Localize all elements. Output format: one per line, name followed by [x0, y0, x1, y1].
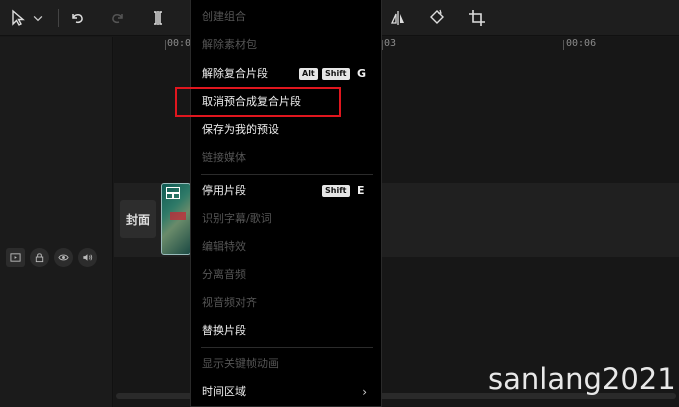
highlight-box — [175, 87, 341, 117]
ruler-label: 03 — [384, 38, 397, 49]
menu-item-save-preset[interactable]: 保存为我的预设 — [191, 120, 381, 140]
compound-clip-icon — [166, 187, 180, 199]
menu-item-create-group: 创建组合 — [191, 7, 381, 27]
watermark: sanlang2021 — [488, 362, 676, 396]
shortcut-letter: E — [357, 184, 365, 197]
ruler-tick — [165, 40, 166, 50]
menu-item-replace-clip[interactable]: 替换片段 — [191, 321, 381, 341]
ruler-tick — [563, 40, 564, 50]
menu-separator — [201, 347, 373, 348]
split-icon[interactable] — [148, 8, 168, 28]
video-track-icon[interactable] — [6, 248, 25, 267]
compound-clip[interactable] — [161, 183, 191, 255]
track-controls — [6, 245, 106, 270]
undo-icon[interactable] — [67, 8, 87, 28]
mirror-icon[interactable] — [388, 8, 408, 28]
clip-thumbnail-detail — [170, 212, 186, 220]
menu-item-disable-clip[interactable]: 停用片段 Shift E — [191, 181, 381, 201]
menu-item-label: 解除素材包 — [202, 38, 257, 51]
shortcut-key: Alt — [299, 68, 318, 80]
menu-item-show-keyframes: 显示关键帧动画 — [191, 354, 381, 374]
menu-item-separate-audio: 分离音频 — [191, 265, 381, 285]
menu-item-unpack-material: 解除素材包 — [191, 35, 381, 55]
menu-item-label: 链接媒体 — [202, 151, 246, 164]
ruler-label: 00:06 — [566, 38, 597, 49]
menu-item-av-align: 视音频对齐 — [191, 293, 381, 313]
chevron-right-icon: › — [362, 385, 367, 399]
toolbar-divider — [58, 9, 59, 27]
eye-icon[interactable] — [54, 248, 73, 267]
menu-item-link-media: 链接媒体 — [191, 148, 381, 168]
menu-item-label: 分离音频 — [202, 268, 246, 281]
crop-icon[interactable] — [467, 8, 487, 28]
menu-item-label: 替换片段 — [202, 324, 246, 337]
menu-item-label: 时间区域 — [202, 385, 246, 398]
lock-icon[interactable] — [30, 248, 49, 267]
menu-item-label: 保存为我的预设 — [202, 123, 279, 136]
menu-item-label: 创建组合 — [202, 10, 246, 23]
menu-item-label: 停用片段 — [202, 184, 246, 197]
menu-separator — [201, 174, 373, 175]
menu-item-label: 显示关键帧动画 — [202, 357, 279, 370]
rotate-icon[interactable] — [427, 8, 447, 28]
redo-icon[interactable] — [108, 8, 128, 28]
menu-item-label: 编辑特效 — [202, 240, 246, 253]
menu-item-release-compound-clip[interactable]: 解除复合片段 Alt Shift G — [191, 64, 381, 84]
menu-item-edit-effects: 编辑特效 — [191, 237, 381, 257]
track-header-panel — [0, 37, 113, 407]
shortcut-key: Shift — [322, 68, 350, 80]
speaker-icon[interactable] — [78, 248, 97, 267]
menu-item-time-region[interactable]: 时间区域 › — [191, 382, 381, 402]
ruler-tick — [382, 40, 383, 50]
shortcut-key: Shift — [322, 185, 350, 197]
menu-item-label: 视音频对齐 — [202, 296, 257, 309]
cover-button[interactable]: 封面 — [120, 200, 156, 238]
menu-item-label: 识别字幕/歌词 — [202, 212, 272, 225]
shortcut-letter: G — [357, 67, 367, 80]
menu-item-label: 解除复合片段 — [202, 67, 268, 80]
chevron-down-icon[interactable] — [31, 8, 45, 28]
menu-item-recognize-subtitles: 识别字幕/歌词 — [191, 209, 381, 229]
context-menu: 创建组合 解除素材包 解除复合片段 Alt Shift G 取消预合成复合片段 … — [190, 0, 382, 407]
pointer-icon[interactable] — [8, 8, 28, 28]
ruler-label: 00:0 — [167, 38, 192, 49]
